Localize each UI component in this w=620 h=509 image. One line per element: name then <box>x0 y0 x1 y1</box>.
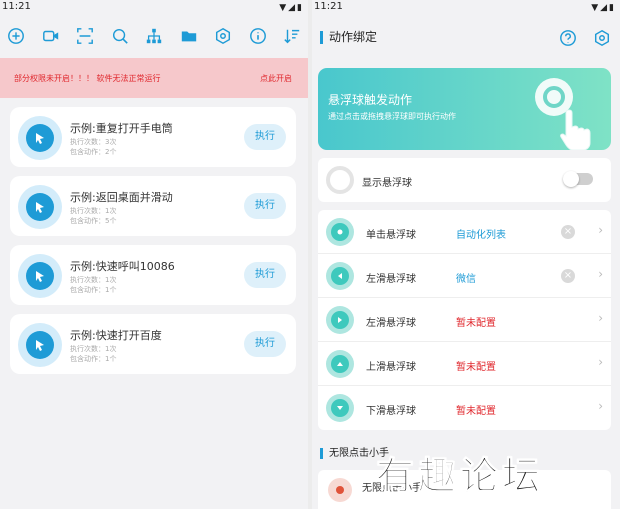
cursor-icon <box>18 254 62 298</box>
gesture-row[interactable]: 左滑悬浮球 暂未配置 › <box>318 298 611 342</box>
task-title: 示例:快速打开百度 <box>70 329 162 342</box>
show-ball-toggle[interactable] <box>563 171 593 187</box>
task-action-count: 包含动作：1个 <box>70 355 117 363</box>
permission-warning-banner: 部分权限未开启！！！ 软件无法正常运行 点此开启 <box>0 58 308 98</box>
gesture-row[interactable]: 单击悬浮球 自动化列表 × › <box>318 210 611 254</box>
video-icon[interactable] <box>41 26 61 46</box>
show-ball-label: 显示悬浮球 <box>362 178 412 189</box>
status-icons: ▼◢▮ <box>591 3 616 13</box>
run-button[interactable]: 执行 <box>244 193 286 219</box>
task-action-count: 包含动作：2个 <box>70 148 117 156</box>
gesture-label: 下滑悬浮球 <box>366 406 416 417</box>
swipe-right-icon <box>326 306 354 334</box>
chevron-right-icon: › <box>598 267 603 281</box>
page-title: 动作绑定 <box>320 31 377 44</box>
gesture-label: 左滑悬浮球 <box>366 318 416 329</box>
task-card[interactable]: 示例:返回桌面并滑动 执行次数：1次 包含动作：5个 执行 <box>10 176 296 236</box>
gesture-binding-list: 单击悬浮球 自动化列表 × › 左滑悬浮球 微信 × › 左滑悬浮球 暂未配置 … <box>318 210 611 430</box>
cursor-icon <box>18 323 62 367</box>
banner-subtitle: 通过点击或拖拽悬浮球即可执行动作 <box>328 112 456 121</box>
warning-message: 部分权限未开启！！！ 软件无法正常运行 <box>14 74 161 83</box>
hand-pointer-icon <box>560 109 591 150</box>
chevron-right-icon: › <box>598 355 603 369</box>
task-run-count: 执行次数：3次 <box>70 138 117 146</box>
banner-title: 悬浮球触发动作 <box>328 93 413 107</box>
task-card[interactable]: 示例:快速打开百度 执行次数：1次 包含动作：1个 执行 <box>10 314 296 374</box>
gesture-row[interactable]: 上滑悬浮球 暂未配置 › <box>318 342 611 386</box>
gesture-value: 暂未配置 <box>456 318 496 329</box>
run-button[interactable]: 执行 <box>244 262 286 288</box>
cursor-icon <box>18 185 62 229</box>
task-action-count: 包含动作：1个 <box>70 286 117 294</box>
action-binding-screen: 11:21 ▼◢▮ 动作绑定 悬浮球触发动作 通过点击或拖拽悬浮球即可执行动作 … <box>312 0 620 509</box>
sort-icon[interactable] <box>282 26 302 46</box>
chevron-right-icon: › <box>598 311 603 325</box>
gesture-value: 暂未配置 <box>456 406 496 417</box>
clear-icon[interactable]: × <box>561 269 575 283</box>
gesture-value: 自动化列表 <box>456 230 506 241</box>
chevron-right-icon: › <box>598 223 603 237</box>
swipe-left-icon <box>326 262 354 290</box>
floating-ball-banner: 悬浮球触发动作 通过点击或拖拽悬浮球即可执行动作 <box>318 68 611 150</box>
tap-gesture-icon <box>326 218 354 246</box>
toolbar <box>0 14 308 58</box>
task-title: 示例:重复打开手电筒 <box>70 122 173 135</box>
add-icon[interactable] <box>6 26 26 46</box>
settings-hex-icon[interactable] <box>213 26 233 46</box>
task-run-count: 执行次数：1次 <box>70 276 117 284</box>
gesture-label: 上滑悬浮球 <box>366 362 416 373</box>
status-time: 11:21 <box>2 1 31 12</box>
search-icon[interactable] <box>110 26 130 46</box>
swipe-up-icon <box>326 350 354 378</box>
enable-permission-link[interactable]: 点此开启 <box>260 73 292 84</box>
gesture-row[interactable]: 左滑悬浮球 微信 × › <box>318 254 611 298</box>
scan-icon[interactable] <box>75 26 95 46</box>
watermark: 有趣论坛 <box>375 453 545 499</box>
task-card[interactable]: 示例:快速呼叫10086 执行次数：1次 包含动作：1个 执行 <box>10 245 296 305</box>
task-run-count: 执行次数：1次 <box>70 207 117 215</box>
gesture-label: 左滑悬浮球 <box>366 274 416 285</box>
gesture-label: 单击悬浮球 <box>366 230 416 241</box>
click-hand-icon <box>328 478 352 502</box>
swipe-down-icon <box>326 394 354 422</box>
folder-icon[interactable] <box>179 26 199 46</box>
info-icon[interactable] <box>248 26 268 46</box>
show-floating-ball-row[interactable]: 显示悬浮球 <box>318 158 611 202</box>
task-title: 示例:返回桌面并滑动 <box>70 191 173 204</box>
task-action-count: 包含动作：5个 <box>70 217 117 225</box>
chevron-right-icon: › <box>598 399 603 413</box>
gesture-value: 暂未配置 <box>456 362 496 373</box>
gesture-row[interactable]: 下滑悬浮球 暂未配置 › <box>318 386 611 430</box>
run-button[interactable]: 执行 <box>244 331 286 357</box>
status-bar: 11:21 ▼◢▮ <box>0 0 308 14</box>
task-card[interactable]: 示例:重复打开手电筒 执行次数：3次 包含动作：2个 执行 <box>10 107 296 167</box>
run-button[interactable]: 执行 <box>244 124 286 150</box>
automation-list-screen: 11:21 ▼◢▮ 部分权限未开启！！！ 软件无法正常运行 点此开启 示例:重复… <box>0 0 308 509</box>
status-icons: ▼◢▮ <box>279 3 304 13</box>
ball-outline-icon <box>326 166 354 194</box>
task-run-count: 执行次数：1次 <box>70 345 117 353</box>
gesture-value: 微信 <box>456 274 476 285</box>
status-time: 11:21 <box>314 1 343 12</box>
clear-icon[interactable]: × <box>561 225 575 239</box>
settings-hex-icon[interactable] <box>592 28 612 48</box>
task-title: 示例:快速呼叫10086 <box>70 260 175 273</box>
status-bar: 11:21 ▼◢▮ <box>312 0 620 14</box>
cursor-icon <box>18 116 62 160</box>
help-icon[interactable] <box>558 28 578 48</box>
tree-icon[interactable] <box>144 26 164 46</box>
